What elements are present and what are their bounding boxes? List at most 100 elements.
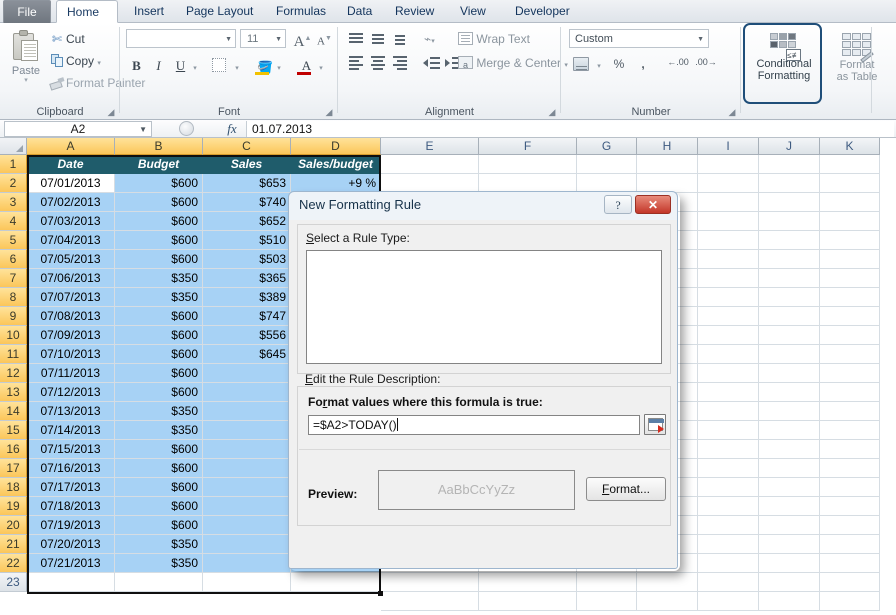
cell-j20[interactable] [759,516,820,535]
column-header-h[interactable]: H [637,138,698,155]
cell-i12[interactable] [698,364,759,383]
cell-k15[interactable] [820,421,880,440]
wrap-text-button[interactable]: Wrap Text [458,29,530,49]
cell-j15[interactable] [759,421,820,440]
cell-i14[interactable] [698,402,759,421]
cell-c12[interactable] [203,364,291,383]
cell-b23[interactable] [115,573,203,592]
formula-input[interactable]: 01.07.2013 [246,121,894,137]
cell-a21[interactable]: 07/20/2013 [27,535,115,554]
range-selector-button[interactable] [644,414,666,435]
row-header-22[interactable]: 22 [0,554,27,573]
align-middle-button[interactable] [368,29,388,49]
help-button[interactable]: ? [604,195,632,214]
cell-j4[interactable] [759,212,820,231]
cell-a11[interactable]: 07/10/2013 [27,345,115,364]
cell-a3[interactable]: 07/02/2013 [27,193,115,212]
cell-c23[interactable] [203,573,291,592]
cell-i10[interactable] [698,326,759,345]
column-header-c[interactable]: C [203,138,291,155]
cell-i13[interactable] [698,383,759,402]
cell-c11[interactable]: $645 [203,345,291,364]
cell-j12[interactable] [759,364,820,383]
rule-type-listbox[interactable] [306,250,662,364]
cell-a16[interactable]: 07/15/2013 [27,440,115,459]
cell-k1[interactable] [820,155,880,174]
cell-j23[interactable] [759,573,820,592]
cell-k18[interactable] [820,478,880,497]
cell-g1[interactable] [577,155,637,174]
cell-c7[interactable]: $365 [203,269,291,288]
cell-i6[interactable] [698,250,759,269]
row-header-19[interactable]: 19 [0,497,27,516]
cell-b17[interactable]: $600 [115,459,203,478]
row-header-3[interactable]: 3 [0,193,27,212]
cell-k10[interactable] [820,326,880,345]
row-header-2[interactable]: 2 [0,174,27,193]
cell-j21[interactable] [759,535,820,554]
cell-a10[interactable]: 07/09/2013 [27,326,115,345]
cell-k14[interactable] [820,402,880,421]
clipboard-dialog-launcher[interactable]: ◢ [106,107,116,117]
cell-b2[interactable]: $600 [115,174,203,193]
cell-e23[interactable] [381,573,479,592]
format-as-table-button[interactable]: Format as Table [825,27,889,96]
cell-a13[interactable]: 07/12/2013 [27,383,115,402]
cell-g24[interactable] [577,592,637,611]
font-size-caret-icon[interactable]: ▼ [275,30,282,49]
cell-j10[interactable] [759,326,820,345]
cell-c8[interactable]: $389 [203,288,291,307]
cell-k6[interactable] [820,250,880,269]
cell-a19[interactable]: 07/18/2013 [27,497,115,516]
borders-caret-icon[interactable]: ▾ [232,55,242,76]
cell-j19[interactable] [759,497,820,516]
cell-i8[interactable] [698,288,759,307]
decrease-font-size-button[interactable]: A▼ [314,28,335,49]
alignment-dialog-launcher[interactable]: ◢ [547,107,557,117]
cell-j9[interactable] [759,307,820,326]
cell-k17[interactable] [820,459,880,478]
name-box-caret-icon[interactable]: ▼ [139,122,147,137]
cell-b16[interactable]: $600 [115,440,203,459]
insert-function-icon[interactable]: fx [222,121,242,137]
cell-i3[interactable] [698,193,759,212]
align-center-button[interactable] [368,53,388,73]
cell-i4[interactable] [698,212,759,231]
fill-color-caret-icon[interactable]: ▾ [274,55,284,76]
italic-button[interactable]: I [148,55,169,76]
merge-center-button[interactable]: Merge & Center ▾ [458,53,568,75]
font-name-caret-icon[interactable]: ▼ [225,30,232,49]
cut-button[interactable]: ✄ Cut [48,29,85,50]
number-dialog-launcher[interactable]: ◢ [727,107,737,117]
cell-j16[interactable] [759,440,820,459]
cell-a22[interactable]: 07/21/2013 [27,554,115,573]
row-header-20[interactable]: 20 [0,516,27,535]
cell-k12[interactable] [820,364,880,383]
cell-c4[interactable]: $652 [203,212,291,231]
cell-a14[interactable]: 07/13/2013 [27,402,115,421]
row-header-1[interactable]: 1 [0,155,27,174]
cell-j5[interactable] [759,231,820,250]
tab-insert[interactable]: Insert [124,0,174,23]
cell-header-B1[interactable]: Budget [115,155,203,174]
cell-j13[interactable] [759,383,820,402]
cell-b18[interactable]: $600 [115,478,203,497]
select-all-corner[interactable] [0,138,27,155]
paste-button[interactable]: Paste ▾ [6,28,46,100]
cell-k11[interactable] [820,345,880,364]
cell-b14[interactable]: $350 [115,402,203,421]
name-box[interactable]: A2 ▼ [4,121,152,137]
underline-button[interactable]: U [170,55,191,76]
cell-j6[interactable] [759,250,820,269]
number-format-caret-icon[interactable]: ▼ [697,30,704,49]
row-header-8[interactable]: 8 [0,288,27,307]
accounting-format-button[interactable] [569,54,593,75]
cell-i5[interactable] [698,231,759,250]
cell-c16[interactable] [203,440,291,459]
comma-format-button[interactable]: , [633,54,653,75]
cell-f23[interactable] [479,573,577,592]
percent-format-button[interactable]: % [609,54,629,75]
column-header-g[interactable]: G [577,138,637,155]
row-header-23[interactable]: 23 [0,573,27,592]
tab-developer[interactable]: Developer [505,0,580,23]
